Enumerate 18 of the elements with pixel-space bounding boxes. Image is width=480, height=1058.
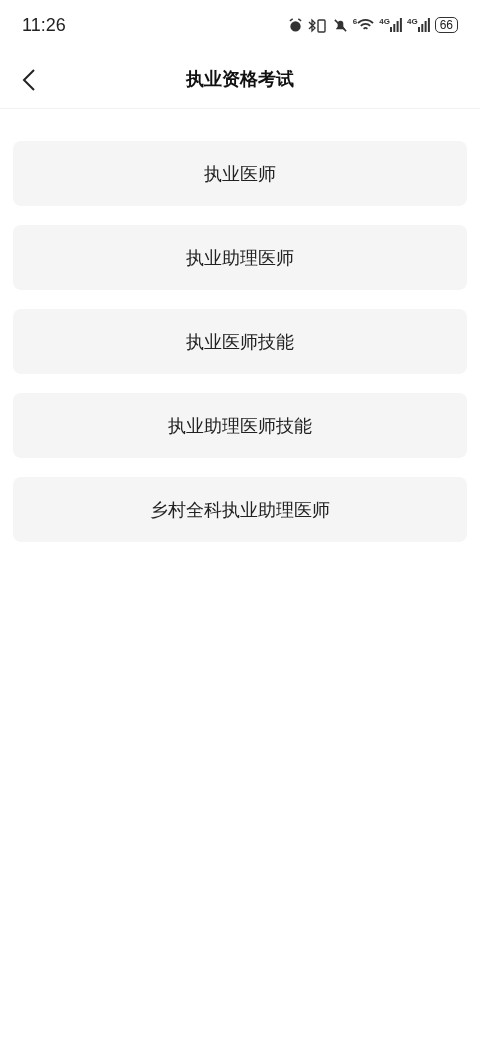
exam-option-button[interactable]: 乡村全科执业助理医师 — [13, 477, 467, 542]
alarm-icon — [287, 17, 303, 33]
exam-option-button[interactable]: 执业助理医师技能 — [13, 393, 467, 458]
bluetooth-vibrate-icon — [307, 17, 328, 33]
signal-icon — [417, 18, 430, 32]
muted-bell-icon — [332, 17, 348, 33]
wifi-label: 6 — [352, 18, 358, 26]
exam-option-button[interactable]: 执业医师技能 — [13, 309, 467, 374]
exam-option-button[interactable]: 执业医师 — [13, 141, 467, 206]
status-time: 11:26 — [22, 14, 66, 36]
exam-option-button[interactable]: 执业助理医师 — [13, 225, 467, 290]
network-label: 4G — [379, 18, 390, 26]
page-title: 执业资格考试 — [186, 67, 294, 91]
wifi-icon — [357, 18, 375, 32]
back-icon — [22, 68, 36, 92]
signal-icon — [389, 18, 402, 32]
battery-level: 66 — [434, 17, 458, 33]
network-label: 4G — [406, 18, 418, 26]
